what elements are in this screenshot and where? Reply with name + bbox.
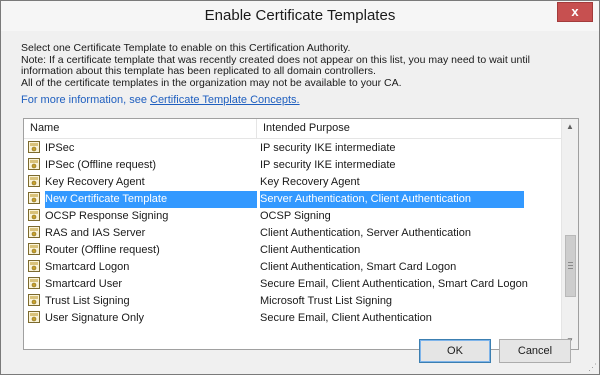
close-button[interactable]: x: [557, 2, 593, 22]
intended-purpose-cell: Server Authentication, Client Authentica…: [260, 191, 524, 208]
template-name: User Signature Only: [45, 312, 145, 324]
intended-purpose-cell: Microsoft Trust List Signing: [260, 295, 393, 307]
certificate-template-icon: [28, 141, 40, 153]
list-item[interactable]: IPSec IP security IKE intermediate: [24, 140, 561, 157]
intended-purpose-cell: Client Authentication, Server Authentica…: [260, 227, 471, 239]
template-name-cell: Smartcard User: [28, 276, 257, 293]
intended-purpose-cell: IP security IKE intermediate: [260, 142, 396, 154]
certificate-template-icon: [28, 175, 40, 187]
dialog-body: Select one Certificate Template to enabl…: [9, 32, 591, 366]
list-rows: IPSec IP security IKE intermediate IPSec (…: [24, 140, 561, 327]
list-item[interactable]: Key Recovery Agent Key Recovery Agent: [24, 174, 561, 191]
certificate-templates-list[interactable]: Name Intended Purpose IPSec IP security I…: [23, 118, 579, 350]
resize-grip-icon[interactable]: ⋰: [587, 362, 597, 372]
intended-purpose-cell: Client Authentication: [260, 244, 361, 256]
template-name: Key Recovery Agent: [45, 176, 145, 188]
scrollbar-grip-line: [568, 265, 573, 266]
window-title: Enable Certificate Templates: [204, 7, 396, 24]
certificate-template-icon: [28, 209, 40, 221]
template-name-cell: New Certificate Template: [28, 191, 257, 208]
template-name: Smartcard Logon: [45, 261, 130, 273]
scrollbar-grip-line: [568, 262, 573, 263]
certificate-template-icon: [28, 311, 40, 323]
template-name-cell: Key Recovery Agent: [28, 174, 257, 191]
column-header-intended-purpose[interactable]: Intended Purpose: [257, 119, 563, 138]
scrollbar-thumb[interactable]: [565, 235, 576, 297]
list-item[interactable]: Trust List Signing Microsoft Trust List S…: [24, 293, 561, 310]
list-item[interactable]: RAS and IAS Server Client Authentication,…: [24, 225, 561, 242]
template-name: Trust List Signing: [45, 295, 130, 307]
certificate-template-icon: [28, 192, 40, 204]
certificate-template-icon: [28, 277, 40, 289]
template-name: IPSec: [45, 142, 75, 154]
enable-certificate-templates-dialog: Enable Certificate Templates x Select on…: [0, 0, 600, 375]
template-name-cell: Smartcard Logon: [28, 259, 257, 276]
list-item[interactable]: User Signature Only Secure Email, Client …: [24, 310, 561, 327]
intended-purpose-cell: IP security IKE intermediate: [260, 159, 396, 171]
template-name: Smartcard User: [45, 278, 123, 290]
title-bar[interactable]: Enable Certificate Templates x: [1, 1, 599, 31]
template-name-cell: Trust List Signing: [28, 293, 257, 310]
scroll-up-arrow-icon[interactable]: ▲: [562, 119, 578, 135]
template-name: IPSec (Offline request): [45, 159, 157, 171]
more-info-prefix: For more information, see: [21, 94, 147, 106]
intended-purpose-cell: Secure Email, Client Authentication: [260, 312, 432, 324]
intended-purpose-cell: OCSP Signing: [260, 210, 331, 222]
list-item[interactable]: IPSec (Offline request) IP security IKE i…: [24, 157, 561, 174]
certificate-template-icon: [28, 260, 40, 272]
vertical-scrollbar[interactable]: ▲ ▼: [561, 119, 578, 349]
column-header-name[interactable]: Name: [24, 119, 257, 138]
list-item[interactable]: Router (Offline request) Client Authentic…: [24, 242, 561, 259]
template-name: Router (Offline request): [45, 244, 160, 256]
certificate-template-icon: [28, 294, 40, 306]
description-line-4: All of the certificate templates in the …: [21, 76, 402, 89]
more-info: For more information, see Certificate Te…: [21, 94, 300, 106]
certificate-template-icon: [28, 226, 40, 238]
description-text: Select one Certificate Template to enabl…: [21, 42, 581, 89]
template-name-cell: Router (Offline request): [28, 242, 257, 259]
template-name-cell: OCSP Response Signing: [28, 208, 257, 225]
description-line-1: Select one Certificate Template to enabl…: [21, 42, 351, 54]
scrollbar-grip-line: [568, 268, 573, 269]
list-item[interactable]: New Certificate Template Server Authentic…: [24, 191, 561, 208]
intended-purpose-cell: Key Recovery Agent: [260, 176, 360, 188]
template-name: OCSP Response Signing: [45, 210, 169, 222]
template-name-cell: IPSec: [28, 140, 257, 157]
description-line-3: information about this template has been…: [21, 65, 376, 77]
template-name-cell: RAS and IAS Server: [28, 225, 257, 242]
ok-button[interactable]: OK: [419, 339, 491, 363]
list-item[interactable]: Smartcard User Secure Email, Client Authe…: [24, 276, 561, 293]
list-header: Name Intended Purpose: [24, 119, 561, 139]
certificate-template-concepts-link[interactable]: Certificate Template Concepts.: [150, 94, 300, 106]
template-name: New Certificate Template: [45, 193, 168, 205]
intended-purpose-cell: Client Authentication, Smart Card Logon: [260, 261, 457, 273]
certificate-template-icon: [28, 158, 40, 170]
cancel-button[interactable]: Cancel: [499, 339, 571, 363]
template-name-cell: User Signature Only: [28, 310, 257, 327]
certificate-template-icon: [28, 243, 40, 255]
template-name-cell: IPSec (Offline request): [28, 157, 257, 174]
list-item[interactable]: Smartcard Logon Client Authentication, Sm…: [24, 259, 561, 276]
list-item[interactable]: OCSP Response Signing OCSP Signing: [24, 208, 561, 225]
intended-purpose-cell: Secure Email, Client Authentication, Sma…: [260, 278, 528, 290]
template-name: RAS and IAS Server: [45, 227, 146, 239]
